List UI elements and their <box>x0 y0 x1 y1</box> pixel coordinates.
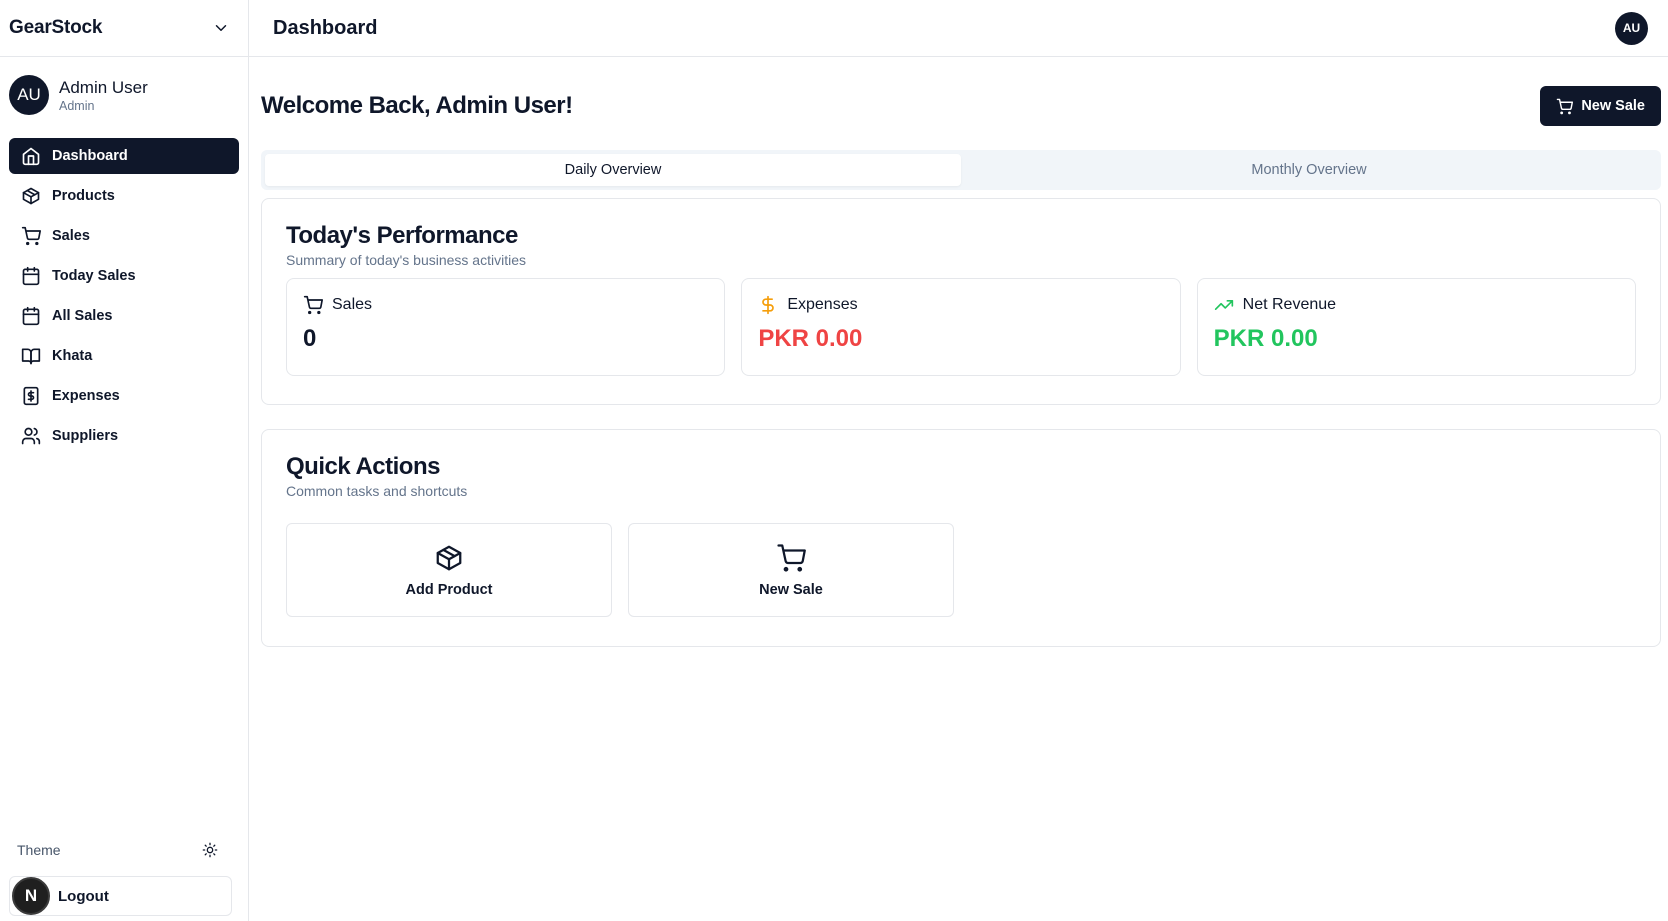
quick-action-label: Add Product <box>405 581 493 598</box>
quick-actions-subtitle: Common tasks and shortcuts <box>286 483 468 499</box>
avatar: AU <box>9 75 49 115</box>
theme-label: Theme <box>17 842 61 858</box>
main-content: Welcome Back, Admin User! New Sale Daily… <box>261 57 1661 647</box>
sidebar-item-today-sales[interactable]: Today Sales <box>9 258 239 294</box>
new-sale-label: New Sale <box>1581 98 1645 114</box>
stat-value: PKR 0.00 <box>758 325 863 352</box>
logout-label: Logout <box>58 887 109 905</box>
stat-label: Sales <box>332 296 373 313</box>
stat-card-net-revenue: Net Revenue PKR 0.00 <box>1196 278 1636 376</box>
chevron-down-icon <box>215 25 227 31</box>
stat-card-sales: Sales 0 <box>286 278 726 376</box>
user-name: Admin User <box>59 77 148 97</box>
home-icon <box>22 147 40 166</box>
stat-value: 0 <box>303 325 317 352</box>
sidebar-item-label: Suppliers <box>52 428 119 444</box>
sidebar-item-label: Dashboard <box>52 148 128 164</box>
book-icon <box>21 348 41 365</box>
cart-icon <box>303 295 323 315</box>
brand-switcher[interactable]: GearStock <box>0 0 248 57</box>
quick-new-sale-button[interactable]: New Sale <box>628 523 954 617</box>
receipt-dollar-icon <box>23 386 39 406</box>
users-icon <box>21 427 41 445</box>
stat-label: Expenses <box>787 296 858 313</box>
sidebar: GearStock AU Admin User Admin Dashboard … <box>0 0 249 921</box>
sidebar-item-label: Sales <box>52 228 90 244</box>
quick-actions-card: Quick Actions Common tasks and shortcuts… <box>261 429 1661 647</box>
stat-card-expenses: Expenses PKR 0.00 <box>741 278 1181 376</box>
n-badge-icon[interactable]: N <box>12 877 50 915</box>
sidebar-item-all-sales[interactable]: All Sales <box>9 298 239 334</box>
welcome-heading: Welcome Back, Admin User! <box>261 92 573 119</box>
tab-monthly-overview[interactable]: Monthly Overview <box>961 154 1657 186</box>
sidebar-item-label: All Sales <box>52 308 113 324</box>
stat-value: PKR 0.00 <box>1213 325 1318 352</box>
sidebar-item-label: Today Sales <box>52 268 136 284</box>
add-product-button[interactable]: Add Product <box>286 523 612 617</box>
package-icon <box>22 187 40 205</box>
trending-up-icon <box>1214 300 1233 310</box>
sidebar-item-label: Products <box>52 188 115 204</box>
new-sale-button[interactable]: New Sale <box>1540 86 1661 126</box>
package-icon <box>436 545 462 570</box>
sidebar-item-sales[interactable]: Sales <box>9 218 239 254</box>
overview-tabs: Daily Overview Monthly Overview <box>261 150 1661 190</box>
sidebar-item-suppliers[interactable]: Suppliers <box>9 418 239 454</box>
performance-card: Today's Performance Summary of today's b… <box>261 198 1661 405</box>
stat-label: Net Revenue <box>1242 296 1337 313</box>
user-role: Admin <box>59 98 95 113</box>
sun-icon[interactable] <box>202 842 218 858</box>
top-header: Dashboard AU <box>249 0 1668 57</box>
sidebar-item-expenses[interactable]: Expenses <box>9 378 239 414</box>
header-avatar[interactable]: AU <box>1615 11 1648 45</box>
cart-icon <box>1557 98 1574 114</box>
quick-action-label: New Sale <box>759 581 823 598</box>
sidebar-item-dashboard[interactable]: Dashboard <box>9 138 239 174</box>
dollar-icon <box>762 295 775 315</box>
user-profile: AU Admin User Admin <box>0 57 248 133</box>
calendar-icon <box>22 306 40 326</box>
sidebar-item-label: Khata <box>52 348 93 364</box>
theme-row: Theme <box>17 838 218 862</box>
sidebar-item-label: Expenses <box>52 388 120 404</box>
performance-title: Today's Performance <box>286 222 518 249</box>
performance-subtitle: Summary of today's business activities <box>286 252 526 268</box>
tab-daily-overview[interactable]: Daily Overview <box>265 154 961 186</box>
cart-icon <box>21 226 41 246</box>
sidebar-item-products[interactable]: Products <box>9 178 239 214</box>
sidebar-item-khata[interactable]: Khata <box>9 338 239 374</box>
page-title: Dashboard <box>273 16 378 39</box>
brand-name: GearStock <box>9 17 103 38</box>
sidebar-nav: Dashboard Products Sales Today Sales All… <box>0 133 248 454</box>
cart-icon <box>777 543 806 572</box>
calendar-icon <box>22 266 40 286</box>
quick-actions-title: Quick Actions <box>286 453 440 480</box>
